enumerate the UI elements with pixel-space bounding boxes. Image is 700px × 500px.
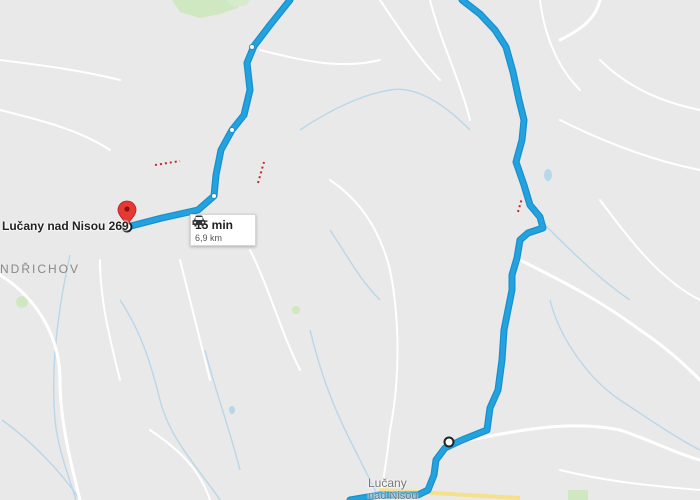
route-line-inner bbox=[124, 0, 546, 500]
pond bbox=[544, 169, 552, 181]
origin-point bbox=[443, 436, 455, 448]
map-view[interactable]: Lučany nad Nisou 269 NDŘICHOV Lučany nad… bbox=[0, 0, 700, 500]
green-spot bbox=[292, 306, 300, 314]
roads bbox=[0, 0, 700, 500]
town-label-lucany: Lučany bbox=[368, 476, 407, 490]
map-canvas[interactable] bbox=[0, 0, 700, 500]
route-distance: 6,9 km bbox=[195, 233, 223, 243]
pond bbox=[229, 406, 235, 414]
route-info-card[interactable]: 15 min 6,9 km bbox=[190, 214, 256, 246]
streams bbox=[1, 88, 700, 500]
place-label-jindrichov: NDŘICHOV bbox=[0, 262, 81, 276]
route-line bbox=[123, 0, 547, 500]
car-icon bbox=[192, 215, 206, 227]
destination-label[interactable]: Lučany nad Nisou 269 bbox=[2, 219, 129, 233]
green-spot bbox=[568, 490, 588, 500]
town-label-nad-nisou: nad Nisou bbox=[368, 490, 418, 500]
